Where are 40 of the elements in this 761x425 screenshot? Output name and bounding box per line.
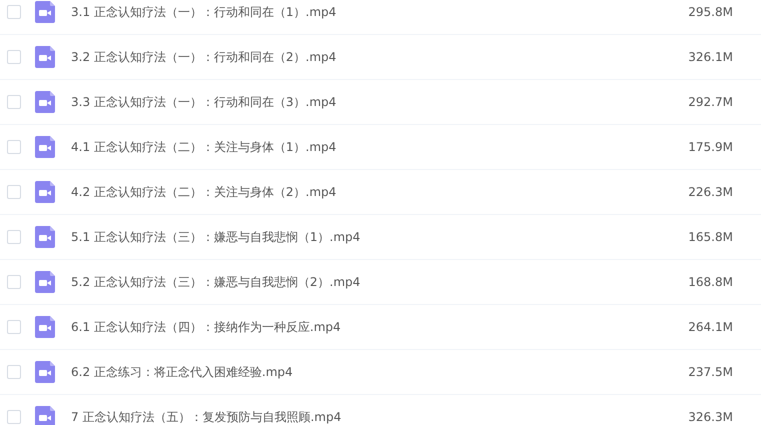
file-name[interactable]: 6.2 正念练习：将正念代入困难经验.mp4 bbox=[71, 364, 643, 380]
file-name[interactable]: 7 正念认知疗法（五）：复发预防与自我照顾.mp4 bbox=[71, 408, 643, 425]
file-name[interactable]: 3.3 正念认知疗法（一）：行动和同在（3）.mp4 bbox=[71, 94, 643, 110]
video-file-icon bbox=[35, 361, 55, 383]
video-file-icon bbox=[35, 271, 55, 293]
file-name[interactable]: 3.2 正念认知疗法（一）：行动和同在（2）.mp4 bbox=[71, 48, 643, 66]
checkbox[interactable] bbox=[7, 230, 21, 244]
file-size: 326.3M bbox=[687, 410, 733, 424]
file-size: 226.3M bbox=[687, 185, 733, 199]
file-size: 295.8M bbox=[687, 5, 733, 19]
video-file-icon bbox=[35, 406, 55, 425]
file-size: 292.7M bbox=[687, 95, 733, 109]
file-name[interactable]: 4.2 正念认知疗法（二）：关注与身体（2）.mp4 bbox=[71, 184, 643, 200]
file-size: 175.9M bbox=[687, 140, 733, 154]
video-file-icon bbox=[35, 181, 55, 203]
file-name[interactable]: 6.1 正念认知疗法（四）：接纳作为一种反应.mp4 bbox=[71, 318, 643, 336]
file-name[interactable]: 5.1 正念认知疗法（三）：嫌恶与自我悲悯（1）.mp4 bbox=[71, 228, 643, 246]
video-file-icon bbox=[35, 136, 55, 158]
checkbox[interactable] bbox=[7, 320, 21, 334]
checkbox[interactable] bbox=[7, 275, 21, 289]
video-file-icon bbox=[35, 226, 55, 248]
file-size: 168.8M bbox=[687, 275, 733, 289]
file-size: 264.1M bbox=[687, 320, 733, 334]
checkbox[interactable] bbox=[7, 95, 21, 109]
checkbox[interactable] bbox=[7, 140, 21, 154]
file-size: 237.5M bbox=[687, 365, 733, 379]
file-name[interactable]: 4.1 正念认知疗法（二）：关注与身体（1）.mp4 bbox=[71, 138, 643, 156]
file-name[interactable]: 5.2 正念认知疗法（三）：嫌恶与自我悲悯（2）.mp4 bbox=[71, 274, 643, 290]
checkbox[interactable] bbox=[7, 185, 21, 199]
file-size: 165.8M bbox=[687, 230, 733, 244]
checkbox[interactable] bbox=[7, 365, 21, 379]
checkbox[interactable] bbox=[7, 5, 21, 19]
video-file-icon bbox=[35, 91, 55, 113]
checkbox[interactable] bbox=[7, 50, 21, 64]
video-file-icon bbox=[35, 46, 55, 68]
checkbox[interactable] bbox=[7, 410, 21, 424]
file-size: 326.1M bbox=[687, 50, 733, 64]
video-file-icon bbox=[35, 316, 55, 338]
video-file-icon bbox=[35, 1, 55, 23]
file-name[interactable]: 3.1 正念认知疗法（一）：行动和同在（1）.mp4 bbox=[71, 4, 643, 20]
